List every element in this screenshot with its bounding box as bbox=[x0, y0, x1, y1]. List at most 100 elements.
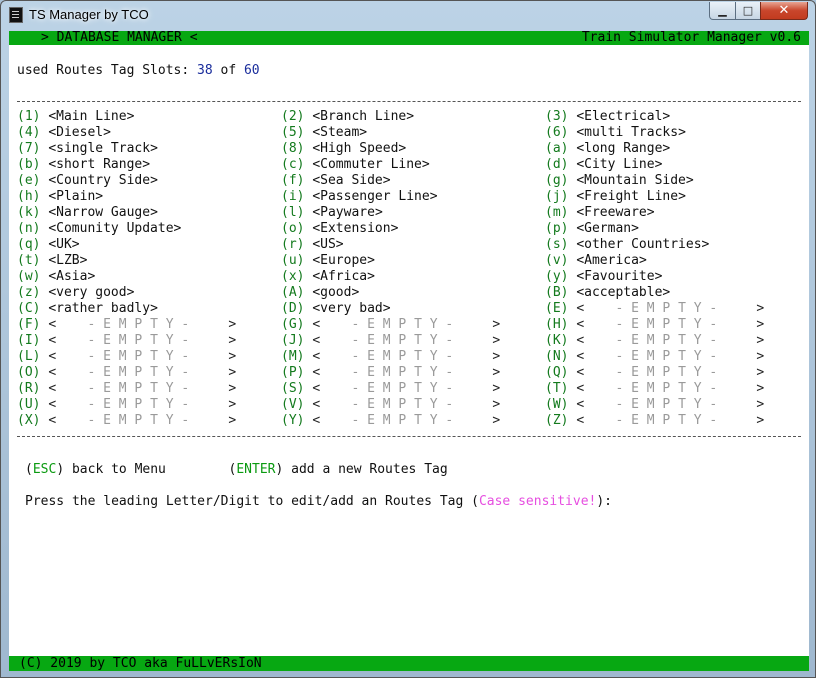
routes-tag-E[interactable]: (E) < - E M P T Y - > bbox=[545, 301, 764, 317]
routes-tag-Y[interactable]: (Y) < - E M P T Y - > bbox=[281, 413, 500, 429]
tag-key-wrap: (B) bbox=[545, 285, 569, 300]
routes-tag-Z[interactable]: (Z) < - E M P T Y - > bbox=[545, 413, 764, 429]
routes-tag-x[interactable]: (x) <Africa> bbox=[281, 269, 375, 285]
routes-tag-1[interactable]: (1) <Main Line> bbox=[17, 109, 134, 125]
routes-tag-l[interactable]: (l) <Payware> bbox=[281, 205, 383, 221]
routes-tag-K[interactable]: (K) < - E M P T Y - > bbox=[545, 333, 764, 349]
title-bar[interactable]: TS Manager by TCO ▁ □ ✕ bbox=[1, 1, 815, 29]
routes-tag-m[interactable]: (m) <Freeware> bbox=[545, 205, 655, 221]
console-area[interactable]: > DATABASE MANAGER < Train Simulator Man… bbox=[9, 31, 809, 671]
tag-key: s bbox=[552, 237, 561, 252]
routes-tag-4[interactable]: (4) <Diesel> bbox=[17, 125, 111, 141]
minimize-button[interactable]: ▁ bbox=[709, 2, 736, 20]
routes-tag-I[interactable]: (I) < - E M P T Y - > bbox=[17, 333, 236, 349]
close-button[interactable]: ✕ bbox=[760, 2, 808, 20]
routes-tag-T[interactable]: (T) < - E M P T Y - > bbox=[545, 381, 764, 397]
tag-key-wrap: (l) bbox=[281, 205, 305, 220]
routes-tag-6[interactable]: (6) <multi Tracks> bbox=[545, 125, 686, 141]
tag-key-wrap: (e) bbox=[17, 173, 41, 188]
routes-tag-M[interactable]: (M) < - E M P T Y - > bbox=[281, 349, 500, 365]
tag-key-wrap: (M) bbox=[281, 349, 305, 364]
routes-tag-y[interactable]: (y) <Favourite> bbox=[545, 269, 662, 285]
routes-tag-h[interactable]: (h) <Plain> bbox=[17, 189, 103, 205]
routes-tag-G[interactable]: (G) < - E M P T Y - > bbox=[281, 317, 500, 333]
routes-tag-H[interactable]: (H) < - E M P T Y - > bbox=[545, 317, 764, 333]
routes-tag-W[interactable]: (W) < - E M P T Y - > bbox=[545, 397, 764, 413]
routes-tag-a[interactable]: (a) <long Range> bbox=[545, 141, 670, 157]
empty-open-bracket: < bbox=[48, 381, 57, 396]
tag-name: <very good> bbox=[48, 285, 135, 300]
tag-key: A bbox=[288, 285, 297, 300]
tag-key: 3 bbox=[552, 109, 561, 124]
routes-tag-F[interactable]: (F) < - E M P T Y - > bbox=[17, 317, 236, 333]
routes-tag-S[interactable]: (S) < - E M P T Y - > bbox=[281, 381, 500, 397]
tag-name-text: single Track bbox=[56, 141, 151, 156]
routes-tag-c[interactable]: (c) <Commuter Line> bbox=[281, 157, 430, 173]
routes-tag-D[interactable]: (D) <very bad> bbox=[281, 301, 391, 317]
tag-key-wrap: (O) bbox=[17, 365, 41, 380]
routes-tag-g[interactable]: (g) <Mountain Side> bbox=[545, 173, 694, 189]
empty-open-bracket: < bbox=[312, 349, 321, 364]
routes-tag-n[interactable]: (n) <Comunity Update> bbox=[17, 221, 181, 237]
empty-open-bracket: < bbox=[576, 301, 585, 316]
divider-top bbox=[17, 101, 801, 102]
tag-key: g bbox=[552, 173, 561, 188]
tag-name-text: City Line bbox=[584, 157, 655, 172]
empty-close-bracket: > bbox=[756, 317, 765, 332]
routes-tag-3[interactable]: (3) <Electrical> bbox=[545, 109, 670, 125]
routes-tag-A[interactable]: (A) <good> bbox=[281, 285, 359, 301]
routes-tag-t[interactable]: (t) <LZB> bbox=[17, 253, 87, 269]
routes-tag-Q[interactable]: (Q) < - E M P T Y - > bbox=[545, 365, 764, 381]
routes-tag-k[interactable]: (k) <Narrow Gauge> bbox=[17, 205, 158, 221]
routes-tag-o[interactable]: (o) <Extension> bbox=[281, 221, 398, 237]
empty-slot-label: - E M P T Y - bbox=[351, 317, 454, 332]
routes-tag-C[interactable]: (C) <rather badly> bbox=[17, 301, 158, 317]
enter-action[interactable]: (ENTER) add a new Routes Tag bbox=[229, 462, 448, 477]
routes-tag-v[interactable]: (v) <America> bbox=[545, 253, 647, 269]
routes-tag-q[interactable]: (q) <UK> bbox=[17, 237, 80, 253]
routes-tag-5[interactable]: (5) <Steam> bbox=[281, 125, 367, 141]
routes-tag-p[interactable]: (p) <German> bbox=[545, 221, 639, 237]
routes-tag-d[interactable]: (d) <City Line> bbox=[545, 157, 662, 173]
tag-key: b bbox=[24, 157, 33, 172]
routes-tag-U[interactable]: (U) < - E M P T Y - > bbox=[17, 397, 236, 413]
routes-tag-j[interactable]: (j) <Freight Line> bbox=[545, 189, 686, 205]
tag-key: e bbox=[24, 173, 33, 188]
maximize-button[interactable]: □ bbox=[735, 2, 761, 20]
routes-tag-B[interactable]: (B) <acceptable> bbox=[545, 285, 670, 301]
empty-close-bracket: > bbox=[492, 317, 501, 332]
routes-tag-8[interactable]: (8) <High Speed> bbox=[281, 141, 406, 157]
tag-key: R bbox=[24, 381, 33, 396]
routes-tag-V[interactable]: (V) < - E M P T Y - > bbox=[281, 397, 500, 413]
routes-tag-r[interactable]: (r) <US> bbox=[281, 237, 344, 253]
tag-name: <Narrow Gauge> bbox=[48, 205, 158, 220]
slots-status: used Routes Tag Slots: 38 of 60 bbox=[17, 63, 260, 79]
tag-name-text: Country Side bbox=[56, 173, 151, 188]
tag-key-wrap: (J) bbox=[281, 333, 305, 348]
routes-tag-u[interactable]: (u) <Europe> bbox=[281, 253, 375, 269]
routes-tag-X[interactable]: (X) < - E M P T Y - > bbox=[17, 413, 236, 429]
routes-tag-i[interactable]: (i) <Passenger Line> bbox=[281, 189, 438, 205]
actions-line: (ESC) back to Menu (ENTER) add a new Rou… bbox=[25, 462, 448, 478]
tag-key: 5 bbox=[288, 125, 297, 140]
tag-key-wrap: (r) bbox=[281, 237, 305, 252]
tag-name: <Sea Side> bbox=[312, 173, 391, 188]
routes-tag-s[interactable]: (s) <other Countries> bbox=[545, 237, 709, 253]
routes-tag-2[interactable]: (2) <Branch Line> bbox=[281, 109, 414, 125]
esc-action[interactable]: (ESC) back to Menu bbox=[25, 462, 166, 477]
routes-tag-L[interactable]: (L) < - E M P T Y - > bbox=[17, 349, 236, 365]
tag-name-text: LZB bbox=[56, 253, 80, 268]
routes-tag-J[interactable]: (J) < - E M P T Y - > bbox=[281, 333, 500, 349]
routes-tag-O[interactable]: (O) < - E M P T Y - > bbox=[17, 365, 236, 381]
routes-tag-N[interactable]: (N) < - E M P T Y - > bbox=[545, 349, 764, 365]
routes-tag-w[interactable]: (w) <Asia> bbox=[17, 269, 95, 285]
routes-tag-b[interactable]: (b) <short Range> bbox=[17, 157, 150, 173]
tag-key-wrap: (Q) bbox=[545, 365, 569, 380]
routes-tag-7[interactable]: (7) <single Track> bbox=[17, 141, 158, 157]
routes-tag-z[interactable]: (z) <very good> bbox=[17, 285, 134, 301]
routes-tag-P[interactable]: (P) < - E M P T Y - > bbox=[281, 365, 500, 381]
routes-tag-e[interactable]: (e) <Country Side> bbox=[17, 173, 158, 189]
routes-tag-f[interactable]: (f) <Sea Side> bbox=[281, 173, 391, 189]
routes-tag-R[interactable]: (R) < - E M P T Y - > bbox=[17, 381, 236, 397]
empty-open-bracket: < bbox=[312, 333, 321, 348]
